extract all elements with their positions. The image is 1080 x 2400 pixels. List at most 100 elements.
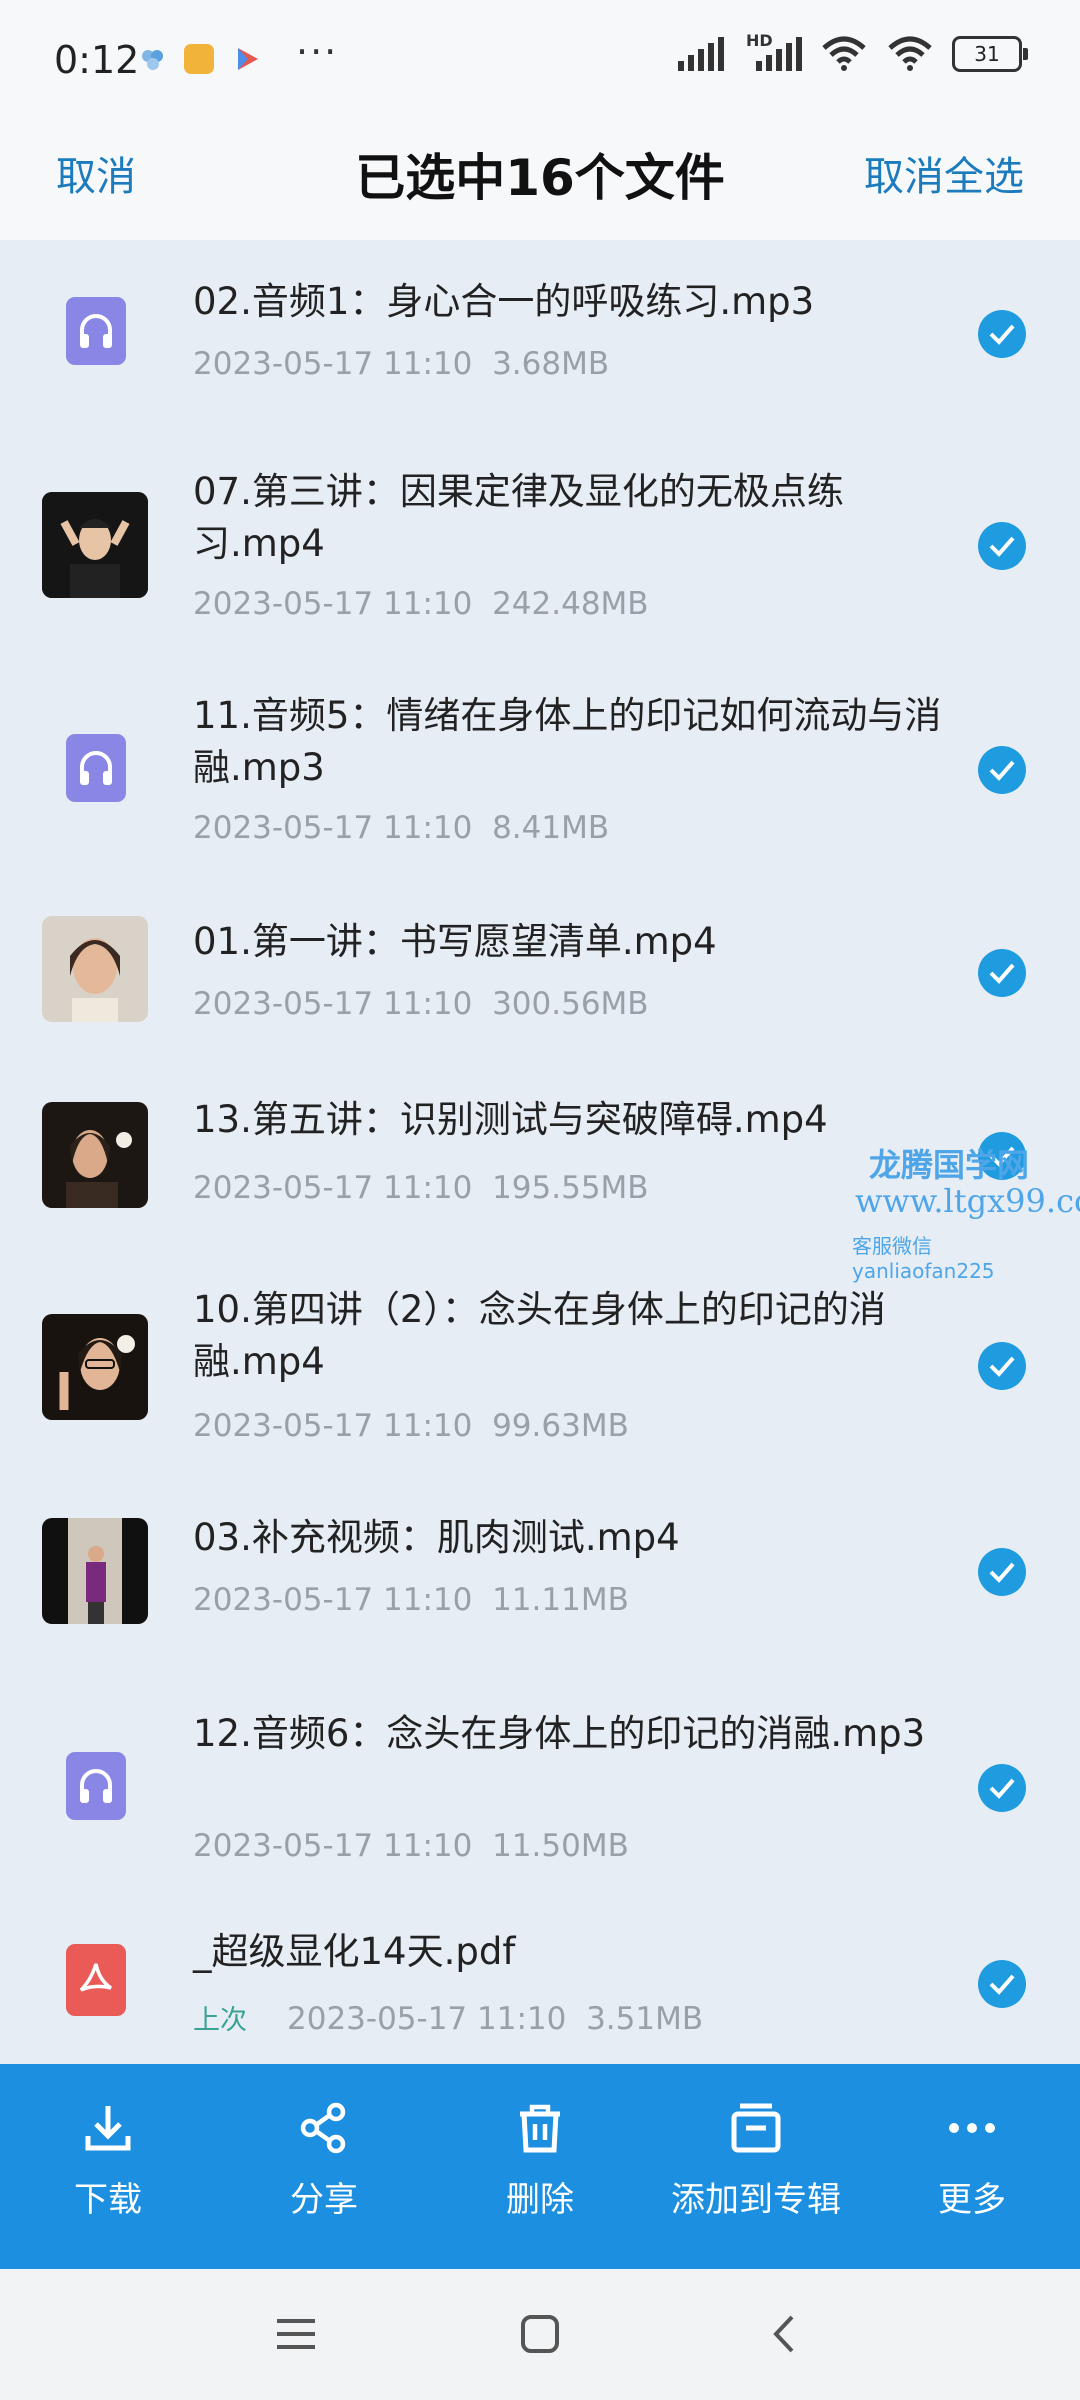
home-icon[interactable] xyxy=(515,2309,565,2359)
share-icon xyxy=(300,2102,346,2154)
more-icon xyxy=(949,2123,995,2133)
file-size: 11.50MB xyxy=(492,1828,629,1864)
video-thumbnail xyxy=(42,916,148,1022)
checkbox-checked[interactable] xyxy=(978,1548,1026,1596)
checkbox-checked[interactable] xyxy=(978,746,1026,794)
file-date: 2023-05-17 11:10 xyxy=(193,1408,473,1444)
system-nav-bar xyxy=(0,2269,1080,2400)
file-date: 2023-05-17 11:10 xyxy=(287,2001,567,2037)
selection-header: 取消 已选中16个文件 取消全选 xyxy=(0,120,1080,240)
status-bar: 0:12 ··· HD 31 xyxy=(0,0,1080,125)
watermark-title: 龙腾国学网 xyxy=(869,1146,1030,1184)
file-name: 02.音频1：身心合一的呼吸练习.mp3 xyxy=(193,280,815,323)
add-to-album-button[interactable]: 添加到专辑 xyxy=(648,2064,864,2269)
file-date: 2023-05-17 11:10 xyxy=(193,586,473,622)
file-size: 8.41MB xyxy=(492,810,610,846)
file-meta: 2023-05-17 11:10 3.68MB xyxy=(193,346,609,382)
file-size: 242.48MB xyxy=(492,586,649,622)
video-thumbnail xyxy=(42,1314,148,1420)
file-size: 3.68MB xyxy=(492,346,610,382)
album-icon xyxy=(731,2103,781,2153)
file-meta: 上次 2023-05-17 11:10 3.51MB xyxy=(193,1998,703,2037)
checkbox-checked[interactable] xyxy=(978,949,1026,997)
file-size: 99.63MB xyxy=(492,1408,629,1444)
pdf-file-icon xyxy=(66,1944,126,2016)
file-date: 2023-05-17 11:10 xyxy=(193,986,473,1022)
file-row[interactable]: 11.音频5：情绪在身体上的印记如何流动与消融.mp3 2023-05-17 1… xyxy=(0,654,1080,880)
checkbox-checked[interactable] xyxy=(978,1764,1026,1812)
notes-notification-icon xyxy=(184,44,214,74)
download-icon xyxy=(85,2106,131,2151)
file-meta: 2023-05-17 11:10 300.56MB xyxy=(193,986,649,1022)
file-name: 07.第三讲：因果定律及显化的无极点练习.mp4 xyxy=(193,470,844,565)
file-meta: 2023-05-17 11:10 195.55MB xyxy=(193,1170,649,1206)
file-size: 300.56MB xyxy=(492,986,649,1022)
file-name: 12.音频6：念头在身体上的印记的消融.mp3 xyxy=(193,1712,926,1755)
video-thumbnail xyxy=(42,1102,148,1208)
file-row[interactable]: 03.补充视频：肌肉测试.mp4 2023-05-17 11:10 11.11M… xyxy=(0,1482,1080,1672)
file-date: 2023-05-17 11:10 xyxy=(193,1582,473,1618)
video-thumbnail xyxy=(42,492,148,598)
checkbox-checked[interactable] xyxy=(978,1960,1026,2008)
file-size: 195.55MB xyxy=(492,1170,649,1206)
file-name: 11.音频5：情绪在身体上的印记如何流动与消融.mp3 xyxy=(193,694,942,789)
recent-badge: 上次 xyxy=(193,2005,247,2036)
file-size: 11.11MB xyxy=(492,1582,629,1618)
file-row[interactable]: 01.第一讲：书写愿望清单.mp4 2023-05-17 11:10 300.5… xyxy=(0,880,1080,1060)
file-meta: 2023-05-17 11:10 11.50MB xyxy=(193,1828,629,1864)
file-date: 2023-05-17 11:10 xyxy=(193,1170,473,1206)
file-name: 01.第一讲：书写愿望清单.mp4 xyxy=(193,920,717,963)
menu-icon[interactable] xyxy=(271,2309,321,2359)
bottom-action-bar: 下载 分享 删除 添加到专辑 更多 xyxy=(0,2064,1080,2269)
file-meta: 2023-05-17 11:10 11.11MB xyxy=(193,1582,629,1618)
file-name: 03.补充视频：肌肉测试.mp4 xyxy=(193,1516,680,1559)
file-name: 13.第五讲：识别测试与突破障碍.mp4 xyxy=(193,1098,828,1141)
file-row[interactable]: 10.第四讲（2）：念头在身体上的印记的消融.mp4 2023-05-17 11… xyxy=(0,1250,1080,1482)
more-label: 更多 xyxy=(938,2180,1006,2220)
file-meta: 2023-05-17 11:10 8.41MB xyxy=(193,810,609,846)
deselect-all-button[interactable]: 取消全选 xyxy=(864,144,1024,202)
signal-icon xyxy=(678,37,724,71)
delete-label: 删除 xyxy=(506,2180,574,2220)
file-meta: 2023-05-17 11:10 99.63MB xyxy=(193,1408,629,1444)
video-thumbnail xyxy=(42,1518,148,1624)
signal-hd-icon: HD xyxy=(746,31,802,71)
status-indicators: HD 31 xyxy=(678,31,1028,72)
checkbox-checked[interactable] xyxy=(978,310,1026,358)
watermark-url: www.ltgx99.com xyxy=(855,1182,1080,1220)
audio-file-icon xyxy=(66,734,126,802)
more-notifications-icon: ··· xyxy=(296,30,339,74)
watermark-contact: 客服微信 yanliaofan225 xyxy=(852,1234,995,1283)
download-button[interactable]: 下载 xyxy=(0,2064,216,2269)
wifi-icon-2 xyxy=(888,36,932,71)
file-size: 3.51MB xyxy=(586,2001,704,2037)
battery-indicator: 31 xyxy=(952,36,1028,72)
file-row[interactable]: _超级显化14天.pdf 上次 2023-05-17 11:10 3.51MB xyxy=(0,1898,1080,2062)
file-name: 10.第四讲（2）：念头在身体上的印记的消融.mp4 xyxy=(193,1288,886,1383)
more-button[interactable]: 更多 xyxy=(864,2064,1080,2269)
add-to-album-label: 添加到专辑 xyxy=(671,2180,841,2220)
checkbox-checked[interactable] xyxy=(978,522,1026,570)
file-date: 2023-05-17 11:10 xyxy=(193,810,473,846)
app-notification-icon xyxy=(138,44,168,74)
delete-button[interactable]: 删除 xyxy=(432,2064,648,2269)
audio-file-icon xyxy=(66,1752,126,1820)
file-row[interactable]: 02.音频1：身心合一的呼吸练习.mp3 2023-05-17 11:10 3.… xyxy=(0,242,1080,422)
play-notification-icon xyxy=(232,44,262,74)
back-icon[interactable] xyxy=(760,2309,810,2359)
share-label: 分享 xyxy=(290,2180,358,2220)
file-date: 2023-05-17 11:10 xyxy=(193,1828,473,1864)
audio-file-icon xyxy=(66,297,126,365)
file-name: _超级显化14天.pdf xyxy=(193,1930,516,1973)
share-button[interactable]: 分享 xyxy=(216,2064,432,2269)
status-time: 0:12 xyxy=(54,38,140,82)
download-label: 下载 xyxy=(74,2180,142,2220)
checkbox-checked[interactable] xyxy=(978,1342,1026,1390)
network-label: HD xyxy=(746,31,773,50)
file-meta: 2023-05-17 11:10 242.48MB xyxy=(193,586,649,622)
wifi-icon xyxy=(822,36,866,71)
file-date: 2023-05-17 11:10 xyxy=(193,346,473,382)
file-row[interactable]: 07.第三讲：因果定律及显化的无极点练习.mp4 2023-05-17 11:1… xyxy=(0,422,1080,654)
trash-icon xyxy=(520,2104,560,2153)
file-row[interactable]: 12.音频6：念头在身体上的印记的消融.mp3 2023-05-17 11:10… xyxy=(0,1672,1080,1898)
